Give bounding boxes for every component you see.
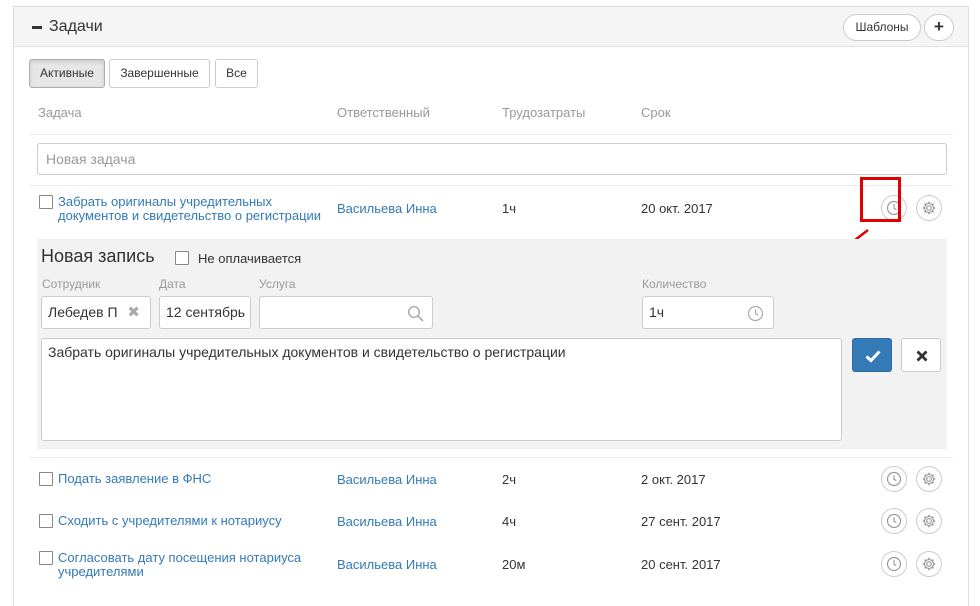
task-effort: 2ч [502,472,517,487]
task-title[interactable]: Согласовать дату посещения нотариуса учр… [58,551,301,579]
task-due: 20 сент. 2017 [641,557,721,572]
gear-icon [922,201,936,215]
tab-all[interactable]: Все [215,59,258,88]
panel-title: Задачи [49,18,103,35]
task-responsible[interactable]: Васильева Инна [337,201,437,216]
task-effort: 1ч [502,201,517,216]
task-title-line: Согласовать дату посещения нотариуса [58,550,302,565]
clock-icon [886,513,902,529]
description-textarea[interactable]: Забрать оригиналы учредительных документ… [41,338,842,441]
cancel-entry-button[interactable] [901,338,941,372]
column-header-due: Срок [641,105,671,120]
divider [29,134,953,135]
log-time-button[interactable] [881,508,907,534]
divider [29,185,953,186]
new-task-input[interactable]: Новая задача [37,143,947,175]
task-checkbox[interactable] [39,195,53,209]
save-entry-button[interactable] [852,338,892,372]
not-paid-label: Не оплачивается [198,251,302,266]
task-responsible[interactable]: Васильева Инна [337,557,437,572]
panel-header: Задачи Шаблоны + [14,7,968,47]
clock-icon[interactable] [747,305,764,322]
not-paid-checkbox[interactable] [175,251,189,265]
task-effort: 20м [502,557,526,572]
task-due: 20 окт. 2017 [641,201,713,216]
task-responsible[interactable]: Васильева Инна [337,472,437,487]
task-checkbox[interactable] [39,472,53,486]
column-header-effort: Трудозатраты [502,105,586,120]
search-icon [407,305,424,322]
employee-field[interactable]: Лебедев П ✖ [41,296,151,329]
employee-label: Сотрудник [42,277,101,291]
quantity-value: 1ч [649,304,665,320]
quantity-field[interactable]: 1ч [642,296,774,329]
employee-value: Лебедев П [48,304,118,320]
service-field[interactable] [259,296,433,329]
add-button[interactable]: + [924,14,954,41]
task-title[interactable]: Подать заявление в ФНС [58,472,211,486]
task-title-line: учредителями [58,564,144,579]
task-settings-button[interactable] [916,195,942,221]
task-due: 27 сент. 2017 [641,514,721,529]
task-settings-button[interactable] [916,551,942,577]
minus-icon[interactable] [32,26,42,29]
date-field[interactable]: 12 сентябрь [159,296,251,329]
plus-icon: + [934,17,944,36]
divider [29,457,953,458]
form-title: Новая запись [41,246,155,266]
task-settings-button[interactable] [916,466,942,492]
task-checkbox[interactable] [39,551,53,565]
gear-icon [922,514,936,528]
column-header-task: Задача [38,105,82,120]
checkmark-icon [865,350,881,363]
tab-active[interactable]: Активные [29,59,105,88]
close-icon [916,350,928,362]
task-title-line: документов и свидетельство о регистрации [58,208,322,223]
task-title-line: Забрать оригиналы учредительных [58,194,272,209]
task-effort: 4ч [502,514,517,529]
log-time-button[interactable] [881,551,907,577]
task-responsible[interactable]: Васильева Инна [337,514,437,529]
log-time-button[interactable] [881,466,907,492]
highlight-annotation [860,177,901,222]
service-label: Услуга [259,277,296,291]
clear-x-icon[interactable]: ✖ [127,297,140,328]
clock-icon [886,556,902,572]
clock-icon [886,471,902,487]
templates-button[interactable]: Шаблоны [843,14,921,41]
quantity-label: Количество [642,277,707,291]
tab-completed[interactable]: Завершенные [109,59,210,88]
task-settings-button[interactable] [916,508,942,534]
column-header-responsible: Ответственный [337,105,430,120]
gear-icon [922,557,936,571]
task-due: 2 окт. 2017 [641,472,706,487]
task-title[interactable]: Сходить с учредителями к нотариусу [58,514,282,528]
date-label: Дата [159,277,186,291]
gear-icon [922,472,936,486]
task-checkbox[interactable] [39,514,53,528]
task-title[interactable]: Забрать оригиналы учредительных документ… [58,195,321,223]
